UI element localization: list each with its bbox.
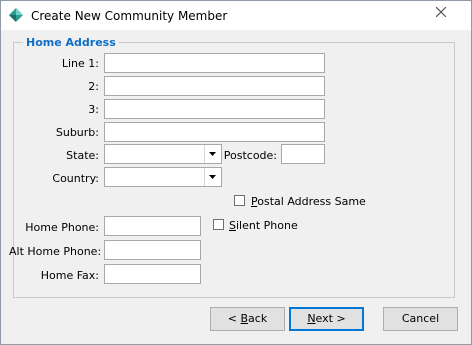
line2-label: 2: [88,80,99,93]
close-button[interactable] [419,2,465,21]
dialog-window: Create New Community Member Home Address… [0,0,472,345]
suburb-input[interactable] [104,122,325,142]
country-dropdown-button[interactable] [204,168,221,186]
window-title: Create New Community Member [31,9,228,23]
line1-input[interactable] [104,53,325,73]
postcode-input[interactable] [281,144,325,164]
country-select[interactable] [104,167,222,187]
close-icon [436,7,446,17]
silent-phone-label[interactable]: Silent Phone [229,219,298,232]
line2-input[interactable] [104,76,325,96]
home-fax-label: Home Fax: [40,269,99,282]
suburb-label: Suburb: [55,126,99,139]
cancel-button[interactable]: Cancel [383,307,458,331]
state-label: State: [66,149,99,162]
app-icon [9,8,23,22]
alt-home-phone-label: Alt Home Phone: [9,245,102,258]
postal-address-same-checkbox[interactable] [234,195,245,206]
home-fax-input[interactable] [104,264,201,284]
title-bar[interactable]: Create New Community Member [1,1,471,30]
home-phone-label: Home Phone: [25,221,99,234]
dialog-body: Home Address Line 1: 2: 3: Suburb: State… [1,30,471,344]
line3-label: 3: [88,103,99,116]
country-label: Country: [52,172,99,185]
alt-home-phone-input[interactable] [104,240,201,260]
line1-label: Line 1: [61,57,99,70]
back-button[interactable]: < Back [210,307,285,331]
line3-input[interactable] [104,99,325,119]
chevron-down-icon [209,175,216,179]
postcode-label: Postcode: [223,149,277,162]
postal-address-same-label[interactable]: Postal Address Same [251,195,366,208]
next-button[interactable]: Next > [289,307,364,331]
silent-phone-checkbox[interactable] [213,219,224,230]
home-phone-input[interactable] [104,216,201,236]
group-title: Home Address [23,36,119,49]
